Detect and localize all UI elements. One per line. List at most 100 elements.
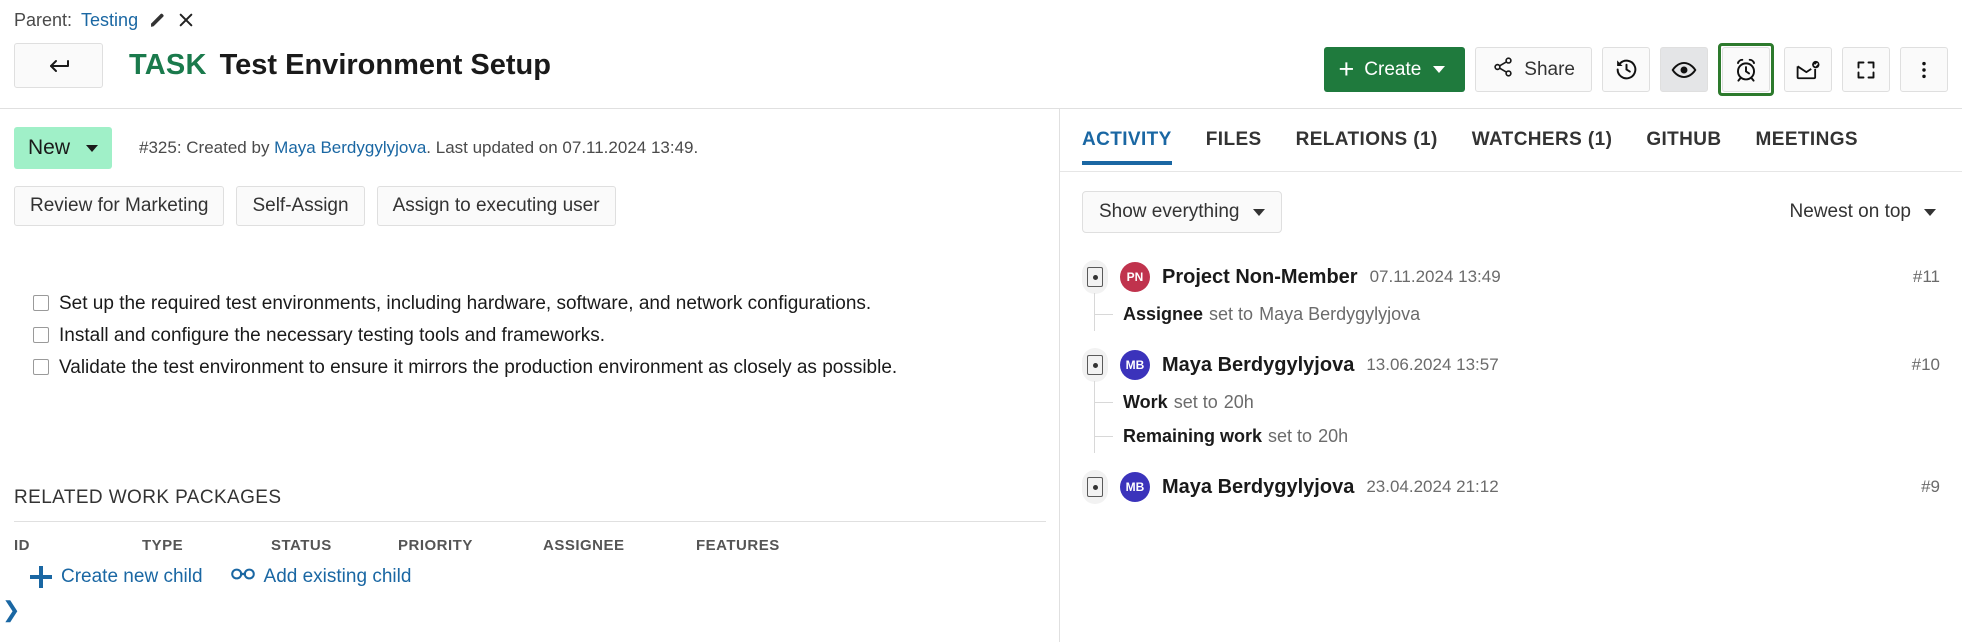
activity-entry: MB Maya Berdygylyjova 23.04.2024 21:12 #… — [1082, 467, 1962, 507]
activity-detail-value: 20h — [1224, 392, 1254, 413]
column-header-status: STATUS — [271, 537, 398, 554]
create-new-child-label: Create new child — [61, 566, 203, 588]
activity-user-name[interactable]: Maya Berdygylyjova — [1162, 354, 1354, 377]
avatar[interactable]: MB — [1120, 472, 1150, 502]
tab-github[interactable]: GITHUB — [1646, 129, 1743, 165]
close-icon[interactable] — [176, 10, 196, 30]
tab-meetings[interactable]: MEETINGS — [1756, 129, 1880, 165]
tab-relations[interactable]: RELATIONS (1) — [1296, 129, 1460, 165]
activity-user-name[interactable]: Project Non-Member — [1162, 266, 1358, 289]
activity-detail: Assignee set to Maya Berdygylyjova — [1095, 297, 1962, 331]
header-toolbar: + Create Share — [1324, 43, 1948, 96]
status-badge-label: New — [28, 136, 70, 160]
activity-sort-label: Newest on top — [1790, 201, 1911, 223]
activity-number[interactable]: #10 — [1912, 355, 1940, 375]
reminder-button-wrapper — [1718, 43, 1774, 96]
column-header-assignee: ASSIGNEE — [543, 537, 696, 554]
share-button-label: Share — [1524, 59, 1575, 81]
add-existing-child-button[interactable]: Add existing child — [231, 566, 412, 588]
status-badge[interactable]: New — [14, 127, 112, 169]
activity-detail-action: set to — [1209, 304, 1253, 325]
work-package-meta: #325: Created by Maya Berdygylyjova. Las… — [139, 138, 698, 158]
share-button[interactable]: Share — [1475, 47, 1592, 92]
activity-detail-field: Assignee — [1123, 304, 1203, 325]
related-work-packages-table: ID TYPE STATUS PRIORITY ASSIGNEE FEATURE… — [14, 537, 1046, 588]
pencil-icon[interactable] — [147, 10, 167, 30]
chevron-down-icon — [1253, 209, 1265, 216]
status-row: New #325: Created by Maya Berdygylyjova.… — [14, 127, 698, 169]
activity-number[interactable]: #9 — [1921, 477, 1940, 497]
activity-filter-dropdown[interactable]: Show everything — [1082, 191, 1282, 233]
breadcrumb-label: Parent: — [14, 9, 72, 31]
activity-detail-action: set to — [1174, 392, 1218, 413]
activity-entry: PN Project Non-Member 07.11.2024 13:49 #… — [1082, 257, 1962, 331]
alarm-clock-icon[interactable] — [1722, 47, 1770, 92]
more-vertical-icon[interactable] — [1900, 47, 1948, 92]
checklist-item: Install and configure the necessary test… — [33, 323, 1033, 348]
create-button-label: Create — [1364, 59, 1421, 81]
activity-detail-value: Maya Berdygylyjova — [1259, 304, 1420, 325]
checklist-item: Validate the test environment to ensure … — [33, 355, 1033, 380]
checkbox-icon[interactable] — [33, 327, 49, 343]
checkbox-icon[interactable] — [33, 359, 49, 375]
column-header-type: TYPE — [142, 537, 271, 554]
unread-mail-icon[interactable] — [1784, 47, 1832, 92]
back-button[interactable] — [14, 43, 103, 88]
action-assign-to-executing-user[interactable]: Assign to executing user — [377, 186, 616, 226]
fullscreen-icon[interactable] — [1842, 47, 1890, 92]
checklist-item-label: Set up the required test environments, i… — [59, 291, 871, 316]
column-header-priority: PRIORITY — [398, 537, 543, 554]
column-header-id: ID — [14, 537, 142, 554]
activity-detail-value: 20h — [1318, 426, 1348, 447]
avatar[interactable]: MB — [1120, 350, 1150, 380]
related-actions-row: Create new child Add existing child — [14, 566, 1046, 588]
activity-detail-action: set to — [1268, 426, 1312, 447]
activity-user-name[interactable]: Maya Berdygylyjova — [1162, 476, 1354, 499]
tab-bar: ACTIVITY FILES RELATIONS (1) WATCHERS (1… — [1082, 129, 1962, 165]
activity-entry: MB Maya Berdygylyjova 13.06.2024 13:57 #… — [1082, 345, 1962, 453]
related-divider — [14, 521, 1046, 522]
activity-marker-icon[interactable] — [1082, 470, 1108, 504]
meta-suffix: . Last updated on 07.11.2024 13:49. — [426, 138, 698, 157]
chevron-down-icon — [1433, 66, 1445, 73]
activity-timestamp: 07.11.2024 13:49 — [1370, 267, 1501, 287]
link-icon — [231, 566, 255, 588]
breadcrumb-parent-link[interactable]: Testing — [81, 9, 138, 31]
chevron-down-icon — [86, 145, 98, 152]
activity-stream: PN Project Non-Member 07.11.2024 13:49 #… — [1082, 257, 1962, 642]
tab-files[interactable]: FILES — [1206, 129, 1284, 165]
activity-marker-icon[interactable] — [1082, 260, 1108, 294]
create-button[interactable]: + Create — [1324, 47, 1465, 92]
create-new-child-button[interactable]: Create new child — [30, 566, 203, 588]
activity-number[interactable]: #11 — [1913, 267, 1940, 287]
activity-pane: ACTIVITY FILES RELATIONS (1) WATCHERS (1… — [1060, 109, 1962, 642]
activity-sort-dropdown[interactable]: Newest on top — [1790, 201, 1940, 223]
share-icon — [1492, 56, 1514, 84]
activity-filter-row: Show everything Newest on top — [1082, 191, 1940, 233]
activity-entry-details: Assignee set to Maya Berdygylyjova — [1082, 297, 1962, 331]
tabs-divider — [1060, 171, 1962, 172]
checklist-item: Set up the required test environments, i… — [33, 291, 1033, 316]
watch-eye-icon[interactable] — [1660, 47, 1708, 92]
tab-activity[interactable]: ACTIVITY — [1082, 129, 1194, 165]
add-existing-child-label: Add existing child — [264, 566, 412, 588]
activity-entry-header: MB Maya Berdygylyjova 23.04.2024 21:12 #… — [1082, 467, 1962, 507]
chevron-down-icon — [1924, 209, 1936, 216]
activity-timestamp: 23.04.2024 21:12 — [1366, 477, 1498, 497]
checkbox-icon[interactable] — [33, 295, 49, 311]
related-work-packages-title: RELATED WORK PACKAGES — [14, 487, 281, 509]
activity-filter-label: Show everything — [1099, 201, 1239, 223]
page-title: Test Environment Setup — [220, 49, 551, 82]
activity-marker-icon[interactable] — [1082, 348, 1108, 382]
activity-timestamp: 13.06.2024 13:57 — [1366, 355, 1498, 375]
activity-entry-header: MB Maya Berdygylyjova 13.06.2024 13:57 #… — [1082, 345, 1962, 385]
action-review-for-marketing[interactable]: Review for Marketing — [14, 186, 224, 226]
work-package-details-pane: New #325: Created by Maya Berdygylyjova.… — [0, 109, 1060, 642]
activity-history-icon[interactable] — [1602, 47, 1650, 92]
action-self-assign[interactable]: Self-Assign — [236, 186, 364, 226]
meta-author-link[interactable]: Maya Berdygylyjova — [274, 138, 426, 157]
checklist-item-label: Install and configure the necessary test… — [59, 323, 605, 348]
tab-watchers[interactable]: WATCHERS (1) — [1472, 129, 1635, 165]
avatar[interactable]: PN — [1120, 262, 1150, 292]
chevron-right-icon[interactable]: ❯ — [2, 599, 20, 621]
